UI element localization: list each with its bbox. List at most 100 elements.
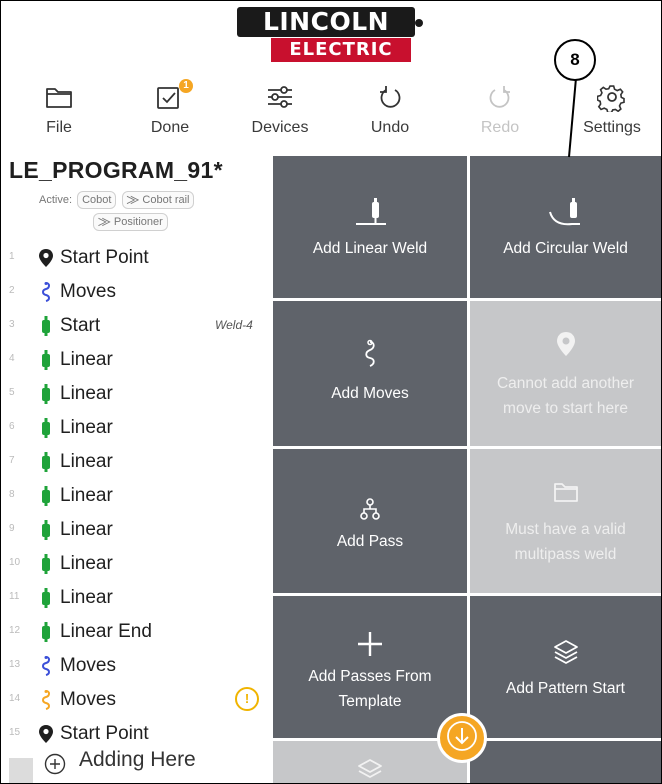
location-pin-icon [37, 247, 55, 269]
step-number: 13 [9, 659, 21, 670]
active-devices: Active: Cobot ⨠ Cobot rail [39, 191, 195, 209]
redo-button[interactable]: Redo [455, 79, 545, 137]
logo-registered-mark [415, 19, 423, 27]
done-label: Done [150, 119, 190, 136]
step-label: Linear [60, 417, 113, 438]
cannot-add-move-tile: Cannot add another move to start here [470, 301, 661, 446]
undo-icon [345, 79, 435, 115]
warning-icon[interactable]: ! [235, 687, 259, 711]
layers-icon [273, 757, 467, 783]
list-item[interactable]: 2 Moves [1, 275, 273, 308]
step-label: Linear [60, 349, 113, 370]
step-number: 4 [9, 353, 15, 364]
step-number: 9 [9, 523, 15, 534]
chip-positioner: ⨠ Positioner [93, 213, 168, 231]
undo-button[interactable]: Undo [345, 79, 435, 137]
step-number: 15 [9, 727, 21, 738]
torch-icon [37, 349, 55, 371]
list-item[interactable]: 5 Linear [1, 377, 273, 410]
chip-cobot-rail: ⨠ Cobot rail [121, 191, 195, 209]
step-number: 1 [9, 251, 15, 262]
cannot-add-move-label: Cannot add another move to start here [496, 375, 635, 417]
checkbox-icon: 1 [125, 79, 215, 115]
step-number: 12 [9, 625, 21, 636]
settings-label: Settings [583, 119, 641, 136]
circular-weld-icon [470, 196, 661, 230]
redo-label: Redo [480, 119, 520, 136]
step-label: Linear [60, 553, 113, 574]
must-have-multipass-label: Must have a valid multipass weld [505, 521, 626, 563]
arrow-down-icon [446, 720, 478, 757]
list-item[interactable]: 14 Moves ! [1, 683, 273, 716]
step-label: Linear [60, 485, 113, 506]
torch-icon [37, 519, 55, 541]
list-item[interactable]: 7 Linear [1, 445, 273, 478]
list-item[interactable]: 13 Moves [1, 649, 273, 682]
logo-bottom-text: ELECTRIC [271, 38, 411, 62]
step-number: 10 [9, 557, 21, 568]
list-item[interactable]: 10 Linear [1, 547, 273, 580]
add-linear-weld-button[interactable]: Add Linear Weld [273, 156, 467, 298]
active-label: Active: [39, 194, 73, 206]
add-pass-button[interactable]: Add Pass [273, 449, 467, 593]
step-label: Linear [60, 587, 113, 608]
lincoln-electric-logo: LINCOLN ELECTRIC [237, 7, 423, 63]
torch-icon [37, 553, 55, 575]
step-number: 8 [9, 489, 15, 500]
done-button[interactable]: 1 Done [125, 79, 215, 137]
moves-icon [37, 281, 55, 303]
layers-icon [470, 638, 661, 666]
add-circular-weld-button[interactable]: Add Circular Weld [470, 156, 661, 298]
add-passes-from-template-button[interactable]: Add Passes From Template [273, 596, 467, 738]
torch-icon [37, 383, 55, 405]
list-item[interactable]: 9 Linear [1, 513, 273, 546]
weld-tag: Weld-4 [215, 318, 253, 332]
torch-icon [37, 417, 55, 439]
redo-icon [455, 79, 545, 115]
settings-button[interactable]: Settings [567, 79, 657, 137]
add-pattern-start-label: Add Pattern Start [506, 680, 625, 697]
list-item[interactable]: 3 Start Weld-4 [1, 309, 273, 342]
list-item[interactable]: 11 Linear [1, 581, 273, 614]
torch-icon [37, 451, 55, 473]
linear-weld-icon [273, 196, 467, 230]
step-number: 2 [9, 285, 15, 296]
folder-icon [470, 481, 661, 503]
add-pattern-start-button[interactable]: Add Pattern Start [470, 596, 661, 738]
step-label: Linear [60, 383, 113, 404]
add-moves-button[interactable]: Add Moves [273, 301, 467, 446]
moves-icon [37, 655, 55, 677]
partial-tile-right[interactable] [470, 741, 661, 783]
logo-top-text: LINCOLN [237, 7, 415, 37]
folder-icon [14, 79, 104, 115]
file-label: File [46, 119, 72, 136]
step-number: 7 [9, 455, 15, 466]
list-item[interactable]: 12 Linear End [1, 615, 273, 648]
list-item[interactable]: 4 Linear [1, 343, 273, 376]
step-number: 14 [9, 693, 21, 704]
step-number: 6 [9, 421, 15, 432]
adding-here-row[interactable]: Adding Here [1, 746, 273, 783]
must-have-multipass-tile: Must have a valid multipass weld [470, 449, 661, 593]
callout-number: 8 [554, 39, 596, 81]
step-label: Start [60, 315, 101, 336]
location-pin-icon [470, 331, 661, 357]
list-item[interactable]: 1 Start Point [1, 241, 273, 274]
moves-warning-icon [37, 689, 55, 711]
devices-button[interactable]: Devices [235, 79, 325, 137]
adding-here-label: Adding Here [79, 748, 196, 771]
torch-icon [37, 621, 55, 643]
add-circular-weld-label: Add Circular Weld [503, 240, 628, 257]
scroll-down-button[interactable] [437, 713, 487, 763]
add-circle-icon [44, 753, 66, 775]
location-pin-icon [37, 723, 55, 745]
app-window: LINCOLN ELECTRIC File 1 Done Devices Und… [0, 0, 662, 784]
step-label: Moves [60, 281, 116, 302]
add-passes-template-label: Add Passes From Template [308, 668, 432, 710]
list-item[interactable]: 8 Linear [1, 479, 273, 512]
list-item[interactable]: 6 Linear [1, 411, 273, 444]
file-button[interactable]: File [14, 79, 104, 137]
program-title: LE_PROGRAM_91* [9, 157, 223, 183]
plus-icon [273, 630, 467, 658]
add-action-grid: Add Linear Weld Add Circular Weld Add Mo… [273, 156, 661, 783]
